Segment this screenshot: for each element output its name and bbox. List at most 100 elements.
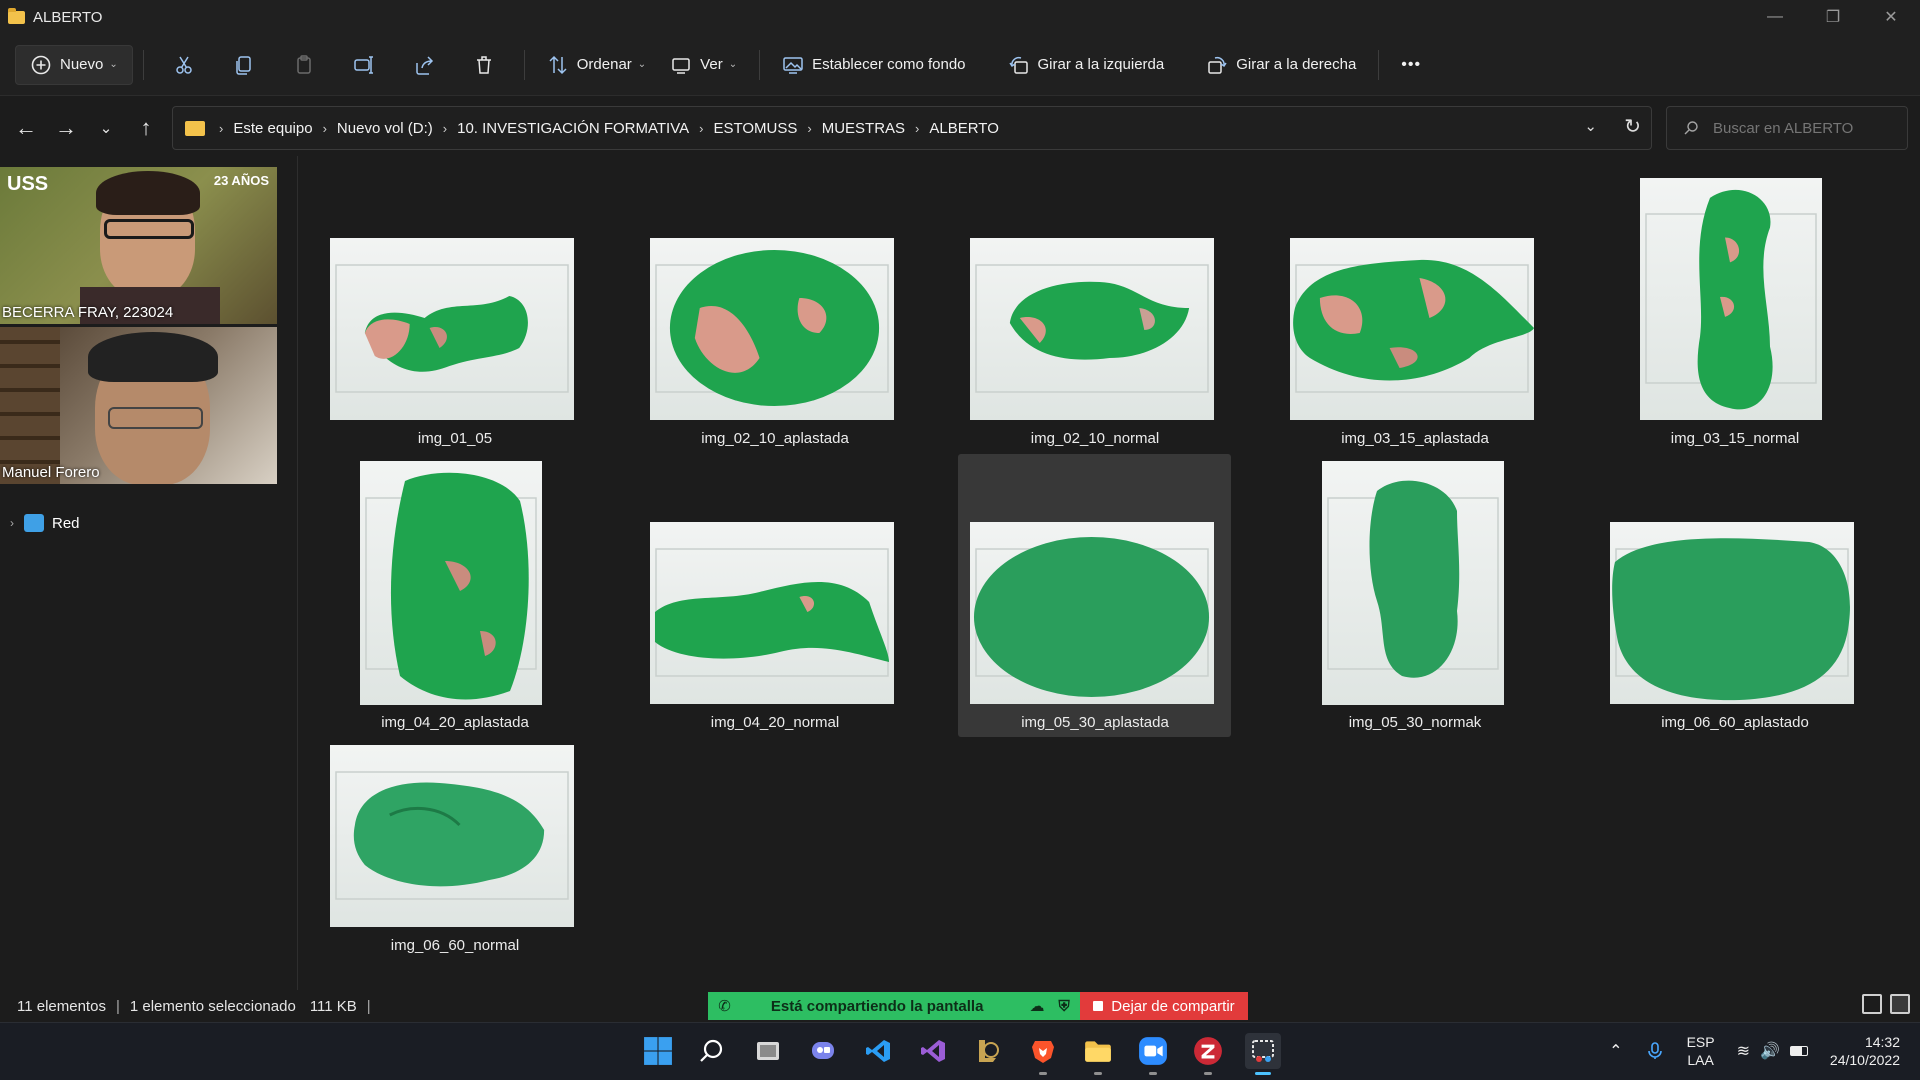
more-options-button[interactable]: ••• bbox=[1389, 45, 1433, 85]
brave-icon bbox=[1032, 1041, 1054, 1063]
chevron-up-icon[interactable]: ⌃ bbox=[1609, 1041, 1622, 1061]
up-button[interactable]: ↑ bbox=[126, 108, 166, 148]
sharing-indicator[interactable]: ✆ Está compartiendo la pantalla ☁ ⛨ bbox=[708, 992, 1080, 1020]
chat-button[interactable] bbox=[805, 1033, 841, 1069]
file-thumbnail[interactable] bbox=[1640, 178, 1822, 420]
share-button[interactable] bbox=[394, 45, 454, 85]
minimize-button[interactable]: — bbox=[1746, 0, 1804, 34]
taskbar: ⌃ ESP LAA ≋ 🔊 14:32 24/10/2022 bbox=[0, 1022, 1920, 1080]
stop-sharing-button[interactable]: Dejar de compartir bbox=[1080, 992, 1248, 1020]
plus-circle-icon bbox=[31, 55, 51, 74]
file-thumbnail[interactable] bbox=[650, 238, 894, 420]
file-thumbnail[interactable] bbox=[650, 522, 894, 704]
sort-button[interactable]: Ordenar ⌄ bbox=[535, 45, 658, 85]
file-name: img_02_10_normal bbox=[1030, 430, 1160, 447]
league-client-button[interactable] bbox=[970, 1033, 1006, 1069]
start-button[interactable] bbox=[640, 1033, 676, 1069]
breadcrumb-item[interactable]: ESTOMUSS bbox=[713, 120, 797, 137]
recent-locations-button[interactable]: ⌄ bbox=[86, 108, 126, 148]
chevron-right-icon[interactable]: › bbox=[10, 516, 14, 530]
address-bar[interactable]: › Este equipo › Nuevo vol (D:) › 10. INV… bbox=[172, 106, 1652, 150]
snipping-tool-button[interactable] bbox=[1245, 1033, 1281, 1075]
file-thumbnail[interactable] bbox=[1290, 238, 1534, 420]
chevron-down-icon[interactable]: ⌄ bbox=[1584, 117, 1597, 135]
restore-button[interactable]: ❐ bbox=[1804, 0, 1862, 34]
file-name: img_05_30_normak bbox=[1348, 714, 1482, 731]
refresh-icon[interactable]: ↻ bbox=[1624, 114, 1641, 139]
rename-icon bbox=[354, 55, 373, 74]
item-count: 11 elementos bbox=[17, 997, 106, 1015]
file-name: img_04_20_normal bbox=[710, 714, 840, 731]
set-background-button[interactable]: Establecer como fondo bbox=[770, 45, 977, 85]
microphone-icon[interactable] bbox=[1645, 1041, 1665, 1061]
file-name: img_05_30_aplastada bbox=[1021, 714, 1169, 731]
file-thumbnail[interactable] bbox=[330, 745, 574, 927]
details-view-toggle[interactable] bbox=[1862, 994, 1882, 1014]
wallpaper-icon bbox=[783, 56, 803, 74]
battery-icon[interactable] bbox=[1789, 1046, 1808, 1056]
file-thumbnail[interactable] bbox=[1322, 461, 1504, 705]
copy-button[interactable] bbox=[214, 45, 274, 85]
navigation-row: ← → ⌄ ↑ › Este equipo › Nuevo vol (D:) ›… bbox=[0, 104, 1920, 152]
forward-button[interactable]: → bbox=[46, 108, 86, 148]
breadcrumb-item[interactable]: MUESTRAS bbox=[822, 120, 905, 137]
zoom-button[interactable] bbox=[1135, 1033, 1171, 1075]
participant-hair bbox=[88, 332, 218, 382]
search-input[interactable] bbox=[1713, 119, 1893, 137]
command-bar: Nuevo ⌄ Ordenar ⌄ Ver ⌄ Establecer como … bbox=[0, 34, 1920, 96]
participant-name: Manuel Forero bbox=[2, 464, 100, 481]
trash-icon bbox=[476, 55, 491, 74]
language-indicator[interactable]: ESP LAA bbox=[1687, 1033, 1715, 1069]
search-icon bbox=[700, 1039, 723, 1062]
share-icon bbox=[416, 55, 433, 75]
paste-button[interactable] bbox=[274, 45, 334, 85]
chevron-right-icon: › bbox=[219, 120, 224, 136]
search-taskbar-button[interactable] bbox=[694, 1033, 730, 1069]
breadcrumb-item[interactable]: 10. INVESTIGACIÓN FORMATIVA bbox=[457, 120, 689, 137]
chevron-right-icon: › bbox=[699, 120, 704, 136]
file-name: img_03_15_normal bbox=[1670, 430, 1800, 447]
delete-button[interactable] bbox=[454, 45, 514, 85]
clock[interactable]: 14:32 24/10/2022 bbox=[1830, 1033, 1900, 1069]
volume-icon[interactable]: 🔊 bbox=[1760, 1041, 1780, 1061]
screen-share-bar: ✆ Está compartiendo la pantalla ☁ ⛨ Deja… bbox=[708, 992, 1248, 1020]
file-explorer-button[interactable] bbox=[1080, 1033, 1116, 1075]
view-button[interactable]: Ver ⌄ bbox=[658, 45, 749, 85]
zotero-button[interactable] bbox=[1190, 1033, 1226, 1075]
rotate-left-button[interactable]: Girar a la izquierda bbox=[996, 45, 1177, 85]
breadcrumb-item[interactable]: Este equipo bbox=[233, 120, 312, 137]
breadcrumb-item[interactable]: ALBERTO bbox=[929, 120, 998, 137]
shield-icon: ⛨ bbox=[1058, 997, 1070, 1015]
wifi-icon[interactable]: ≋ bbox=[1737, 1041, 1750, 1061]
search-box[interactable] bbox=[1666, 106, 1908, 150]
chevron-down-icon: ⌄ bbox=[728, 59, 738, 70]
brave-browser-button[interactable] bbox=[1025, 1033, 1061, 1075]
file-thumbnail[interactable] bbox=[1610, 522, 1854, 704]
file-name: img_06_60_normal bbox=[390, 937, 520, 954]
vscode-button[interactable] bbox=[860, 1033, 896, 1069]
sort-icon bbox=[549, 55, 567, 74]
visual-studio-button[interactable] bbox=[915, 1033, 951, 1069]
search-icon bbox=[1684, 121, 1698, 135]
sidebar-item-network[interactable]: › Red bbox=[10, 514, 80, 532]
file-thumbnail[interactable] bbox=[330, 238, 574, 420]
new-button[interactable]: Nuevo ⌄ bbox=[15, 44, 133, 85]
file-name: img_04_20_aplastada bbox=[381, 714, 529, 731]
large-icons-view-toggle[interactable] bbox=[1890, 994, 1910, 1014]
rotate-right-button[interactable]: Girar a la derecha bbox=[1194, 45, 1368, 85]
file-thumbnail[interactable] bbox=[970, 522, 1214, 704]
breadcrumb-item[interactable]: Nuevo vol (D:) bbox=[337, 120, 433, 137]
paste-icon bbox=[297, 54, 311, 74]
file-thumbnail[interactable] bbox=[970, 238, 1214, 420]
participant-glasses bbox=[104, 219, 194, 239]
task-view-button[interactable] bbox=[750, 1033, 786, 1069]
network-icon bbox=[24, 514, 44, 532]
rename-button[interactable] bbox=[334, 45, 394, 85]
new-label: Nuevo bbox=[60, 56, 104, 73]
more-label: ••• bbox=[1401, 55, 1422, 73]
file-thumbnail[interactable] bbox=[360, 461, 542, 705]
back-button[interactable]: ← bbox=[6, 108, 46, 148]
close-button[interactable]: ✕ bbox=[1862, 0, 1920, 34]
cut-button[interactable] bbox=[154, 45, 214, 85]
divider: | bbox=[115, 997, 120, 1015]
